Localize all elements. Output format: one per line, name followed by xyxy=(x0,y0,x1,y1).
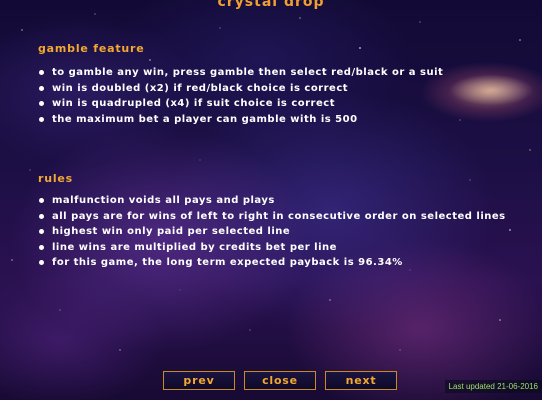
bullet-icon xyxy=(39,70,44,75)
bullet-icon xyxy=(39,229,44,234)
bullet-icon xyxy=(39,101,44,106)
list-item-text: Malfunction voids all pays and plays xyxy=(52,195,275,206)
list-item-text: All pays are for wins of left to right i… xyxy=(52,210,506,222)
close-button[interactable]: close xyxy=(244,371,316,390)
list-item: Highest win only paid per selected line xyxy=(38,224,518,240)
list-item: Malfunction voids all pays and plays xyxy=(38,193,518,209)
bullet-icon xyxy=(39,85,44,91)
rules-list: Malfunction voids all pays and plays All… xyxy=(38,193,518,271)
list-item: Win is doubled (x2) if red/black choice … xyxy=(38,81,518,97)
list-item: To gamble any win, press gamble then sel… xyxy=(38,65,518,81)
rules-heading: rules xyxy=(38,172,74,185)
list-item-text: Highest win only paid per selected line xyxy=(52,226,291,237)
list-item-text: Win is doubled (x2) if red/black choice … xyxy=(52,82,349,94)
list-item-text: The maximum bet a player can gamble with… xyxy=(52,113,358,125)
gamble-feature-heading: gamble feature xyxy=(38,42,145,55)
bullet-icon xyxy=(39,116,44,122)
list-item: For this game, the long term expected pa… xyxy=(38,255,518,271)
game-title: crystal drop xyxy=(217,0,325,10)
next-button[interactable]: next xyxy=(325,371,397,390)
list-item: Line wins are multiplied by credits bet … xyxy=(38,240,518,256)
list-item-text: Line wins are multiplied by credits bet … xyxy=(52,241,337,253)
list-item: All pays are for wins of left to right i… xyxy=(38,209,518,225)
gamble-feature-list: To gamble any win, press gamble then sel… xyxy=(38,65,518,127)
last-updated-label: Last updated 21-06-2016 xyxy=(444,380,542,393)
list-item-text: Win is quadrupled (x4) if suit choice is… xyxy=(52,98,335,109)
bullet-icon xyxy=(39,213,44,219)
list-item: Win is quadrupled (x4) if suit choice is… xyxy=(38,96,518,112)
bullet-icon xyxy=(39,260,44,265)
bullet-icon xyxy=(39,244,44,250)
bullet-icon xyxy=(39,198,44,203)
prev-button[interactable]: prev xyxy=(163,371,235,390)
list-item-text: For this game, the long term expected pa… xyxy=(52,257,403,268)
list-item: The maximum bet a player can gamble with… xyxy=(38,112,518,128)
list-item-text: To gamble any win, press gamble then sel… xyxy=(52,67,444,78)
